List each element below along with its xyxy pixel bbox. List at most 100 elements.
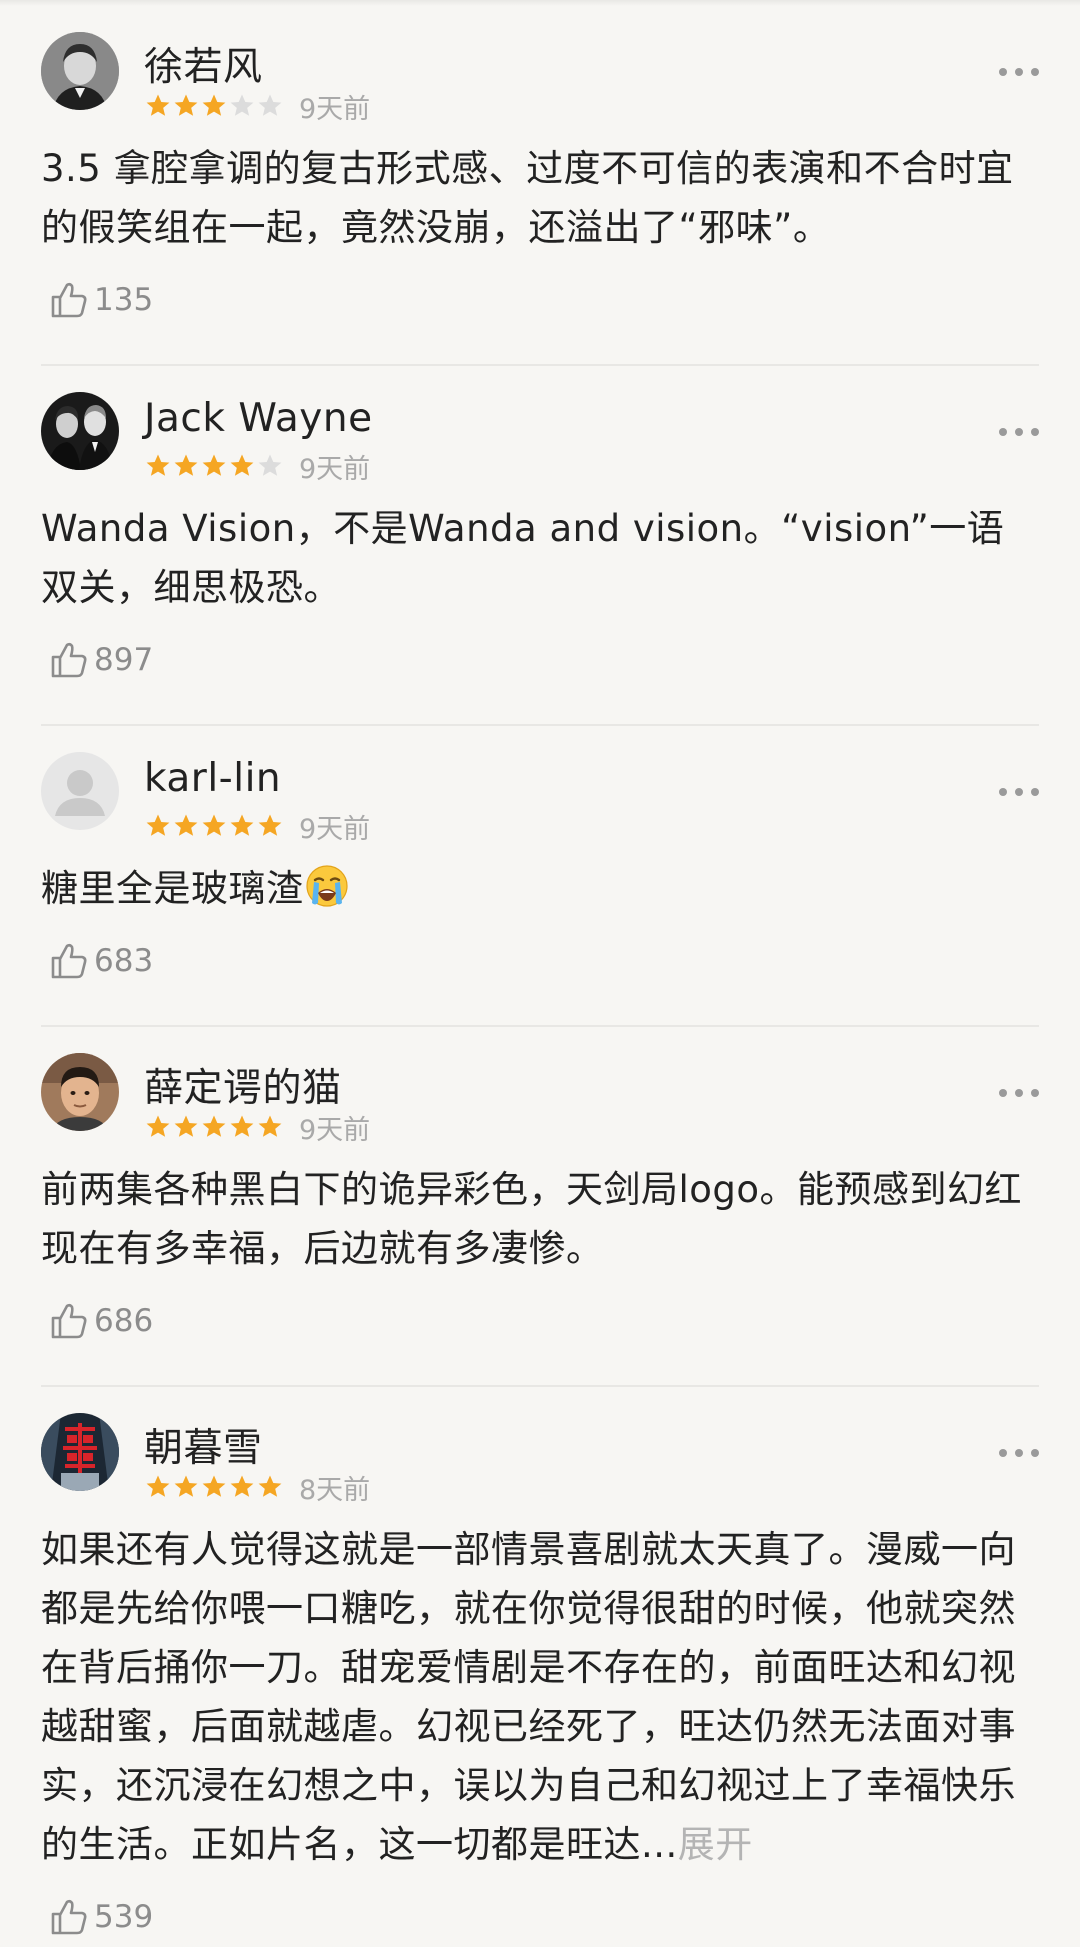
review-meta: 8天前: [144, 1471, 370, 1506]
review-item: Jack Wayne 9天前 Wanda Vision，不是Wanda and …: [41, 366, 1039, 726]
review-text: 糖里全是玻璃渣: [41, 859, 1039, 918]
review-meta: 9天前: [144, 90, 370, 125]
review-header: 朝暮雪 8天前: [41, 1387, 1039, 1506]
dot: [1015, 68, 1023, 76]
more-dots-icon[interactable]: [999, 64, 1039, 80]
rating-stars: [144, 812, 284, 840]
likes-count: 897: [94, 642, 154, 678]
dot: [999, 1449, 1007, 1457]
review-text-body: 前两集各种黑白下的诡异彩色，天剑局logo。能预感到幻红现在有多幸福，后边就有多…: [41, 1168, 1023, 1270]
thumbs-up-icon: [51, 1303, 87, 1339]
review-text: 3.5 拿腔拿调的复古形式感、过度不可信的表演和不合时宜的假笑组在一起，竟然没崩…: [41, 139, 1039, 257]
star-icon: [174, 814, 198, 836]
star-icon: [202, 454, 226, 476]
review-header: 徐若风 9天前: [41, 6, 1039, 125]
review-text: Wanda Vision，不是Wanda and vision。“vision”…: [41, 499, 1039, 617]
star-icon: [146, 454, 170, 476]
star-icon: [230, 94, 254, 116]
username[interactable]: 徐若风: [144, 36, 263, 92]
avatar[interactable]: [41, 392, 119, 470]
likes-count: 135: [94, 282, 154, 318]
review-header: Jack Wayne 9天前: [41, 366, 1039, 485]
likes-count: 539: [94, 1899, 154, 1935]
review-text: 前两集各种黑白下的诡异彩色，天剑局logo。能预感到幻红现在有多幸福，后边就有多…: [41, 1160, 1039, 1278]
dot: [999, 68, 1007, 76]
username[interactable]: Jack Wayne: [144, 396, 373, 441]
dot: [1031, 428, 1039, 436]
star-icon: [258, 1475, 282, 1497]
more-dots-icon[interactable]: [999, 1445, 1039, 1461]
like-button[interactable]: 683: [41, 931, 1039, 991]
star-icon: [174, 94, 198, 116]
more-dots-icon[interactable]: [999, 424, 1039, 440]
avatar[interactable]: [41, 1053, 119, 1131]
star-icon: [174, 1115, 198, 1137]
avatar[interactable]: [41, 1413, 119, 1491]
star-icon: [230, 1115, 254, 1137]
star-icon: [258, 94, 282, 116]
review-item: 薛定谔的猫 9天前 前两集各种黑白下的诡异彩色，天剑局logo。能预感到幻红现在…: [41, 1027, 1039, 1387]
review-time: 9天前: [299, 453, 371, 485]
star-icon: [202, 814, 226, 836]
star-icon: [174, 1475, 198, 1497]
dot: [1015, 1089, 1023, 1097]
review-time: 9天前: [299, 93, 371, 125]
star-icon: [258, 814, 282, 836]
dot: [1031, 1089, 1039, 1097]
star-icon: [174, 454, 198, 476]
avatar[interactable]: [41, 32, 119, 110]
review-meta: 9天前: [144, 810, 370, 845]
star-icon: [146, 94, 170, 116]
likes-count: 683: [94, 943, 154, 979]
likes-count: 686: [94, 1303, 154, 1339]
dot: [999, 1089, 1007, 1097]
username[interactable]: 朝暮雪: [144, 1417, 263, 1473]
star-icon: [146, 1475, 170, 1497]
dot: [999, 788, 1007, 796]
thumbs-up-icon: [51, 943, 87, 979]
review-item: 朝暮雪 8天前 如果还有人觉得这就是一部情景喜剧就太天真了。漫威一向都是先给你喂…: [41, 1387, 1039, 1947]
thumbs-up-icon: [51, 282, 87, 318]
review-text-body: Wanda Vision，不是Wanda and vision。“vision”…: [41, 507, 1005, 609]
more-dots-icon[interactable]: [999, 1085, 1039, 1101]
review-time: 8天前: [299, 1474, 371, 1506]
dot: [999, 428, 1007, 436]
thumbs-up-icon: [51, 642, 87, 678]
star-icon: [146, 1115, 170, 1137]
dot: [1031, 1449, 1039, 1457]
star-icon: [146, 814, 170, 836]
rating-stars: [144, 92, 284, 120]
like-button[interactable]: 135: [41, 270, 1039, 330]
review-meta: 9天前: [144, 450, 370, 485]
thumbs-up-icon: [51, 1899, 87, 1935]
username[interactable]: karl-lin: [144, 756, 281, 801]
like-button[interactable]: 686: [41, 1291, 1039, 1351]
star-icon: [230, 1475, 254, 1497]
more-dots-icon[interactable]: [999, 784, 1039, 800]
like-button[interactable]: 539: [41, 1887, 1039, 1947]
dot: [1015, 788, 1023, 796]
username[interactable]: 薛定谔的猫: [144, 1057, 342, 1113]
star-icon: [230, 814, 254, 836]
crying-face-icon: [305, 865, 348, 907]
star-icon: [202, 1115, 226, 1137]
rating-stars: [144, 1473, 284, 1501]
review-text-body: 糖里全是玻璃渣: [41, 867, 304, 910]
dot: [1015, 1449, 1023, 1457]
expand-link[interactable]: 展开: [678, 1823, 753, 1866]
review-header: 薛定谔的猫 9天前: [41, 1027, 1039, 1146]
review-meta: 9天前: [144, 1111, 370, 1146]
star-icon: [258, 1115, 282, 1137]
like-button[interactable]: 897: [41, 630, 1039, 690]
dot: [1031, 68, 1039, 76]
review-item: karl-lin 9天前 糖里全是玻璃渣 683: [41, 726, 1039, 1027]
avatar[interactable]: [41, 752, 119, 830]
review-feed: 徐若风 9天前 3.5 拿腔拿调的复古形式感、过度不可信的表演和不合时宜的假笑组…: [0, 6, 1080, 1947]
rating-stars: [144, 452, 284, 480]
review-text-body: 如果还有人觉得这就是一部情景喜剧就太天真了。漫威一向都是先给你喂一口糖吃，就在你…: [41, 1528, 1016, 1866]
dot: [1031, 788, 1039, 796]
review-header: karl-lin 9天前: [41, 726, 1039, 845]
review-time: 9天前: [299, 1114, 371, 1146]
review-item: 徐若风 9天前 3.5 拿腔拿调的复古形式感、过度不可信的表演和不合时宜的假笑组…: [41, 6, 1039, 366]
star-icon: [258, 454, 282, 476]
